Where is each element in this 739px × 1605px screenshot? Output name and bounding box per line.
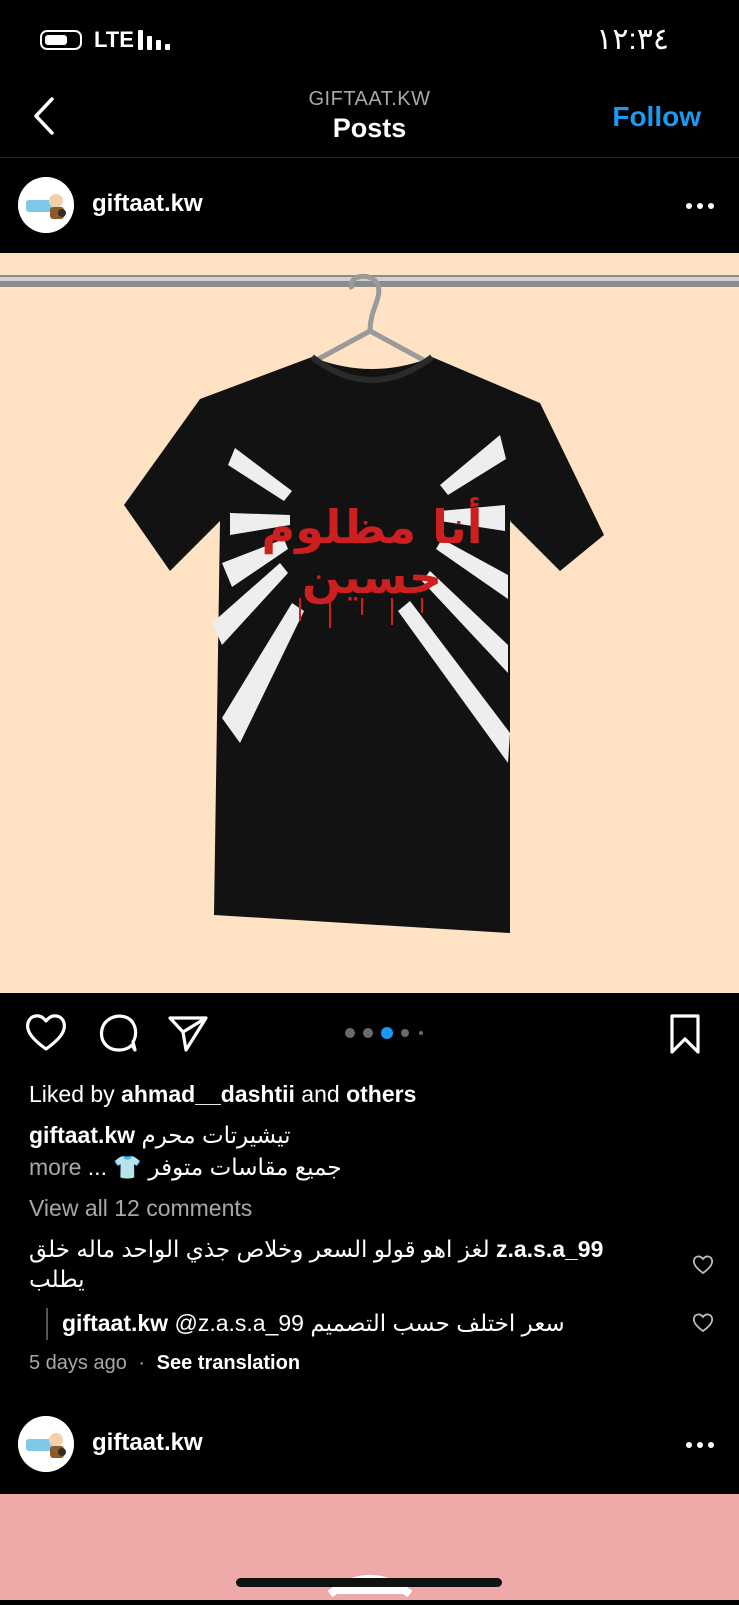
network-type: LTE — [94, 27, 134, 52]
likes-middle: and — [301, 1081, 340, 1107]
comment-2-mention[interactable]: @z.a.s.a_99 — [174, 1310, 303, 1336]
comment-1-username[interactable]: z.a.s.a_99 — [496, 1236, 603, 1262]
next-post-avatar[interactable] — [18, 1416, 74, 1472]
carousel-indicator — [345, 1027, 435, 1039]
clock: ١٢:٣٤ — [596, 23, 669, 56]
likes-others[interactable]: others — [346, 1081, 416, 1107]
likes-line: Liked by ahmad__dashtii and others — [29, 1079, 416, 1109]
giftaat-logo-icon — [18, 1416, 74, 1472]
comment-1-like-icon[interactable] — [692, 1255, 714, 1275]
see-translation-link[interactable]: See translation — [157, 1352, 300, 1374]
comment-2-like-icon[interactable] — [692, 1313, 714, 1333]
comment-2: giftaat.kw @z.a.s.a_99 سعر اختلف حسب الت… — [62, 1308, 565, 1338]
likes-prefix: Liked by — [29, 1081, 115, 1107]
more-options-icon[interactable] — [686, 201, 716, 211]
home-indicator[interactable] — [236, 1578, 502, 1587]
comment-2-username[interactable]: giftaat.kw — [62, 1310, 168, 1336]
tshirt-photo: أنا مظلوم حسين — [0, 273, 739, 933]
liked-by-user[interactable]: ahmad__dashtii — [121, 1081, 295, 1107]
share-icon[interactable] — [166, 1014, 210, 1054]
heart-icon[interactable] — [24, 1011, 68, 1053]
header-divider — [0, 157, 739, 158]
next-post-username[interactable]: giftaat.kw — [92, 1429, 203, 1457]
shirt-calligraphy-top: أنا مظلوم — [262, 497, 483, 554]
comment-2-text: سعر اختلف حسب التصميم — [310, 1310, 565, 1336]
comment-1: z.a.s.a_99 لغز اهو قولو السعر وخلاص جذي … — [29, 1234, 649, 1294]
comment-1-text: لغز اهو قولو السعر وخلاص جذي الواحد ماله… — [29, 1236, 490, 1292]
caption-text-1: تيشيرتات محرم — [141, 1122, 291, 1148]
post-image[interactable]: أنا مظلوم حسين — [0, 253, 739, 993]
giftaat-logo-icon — [18, 177, 74, 233]
caption-line-1: giftaat.kw تيشيرتات محرم — [29, 1120, 291, 1150]
caption-text-2: جميع مقاسات متوفر 👕 ... — [87, 1154, 342, 1180]
avatar[interactable] — [18, 177, 74, 233]
next-post-more-options-icon[interactable] — [686, 1440, 716, 1450]
post-meta-line: 5 days ago · See translation — [29, 1350, 300, 1376]
meta-separator: · — [138, 1352, 146, 1374]
bookmark-icon[interactable] — [668, 1012, 702, 1056]
comment-icon[interactable] — [96, 1012, 140, 1054]
post-username[interactable]: giftaat.kw — [92, 190, 203, 218]
signal-bars-icon — [138, 28, 174, 50]
follow-button[interactable]: Follow — [612, 101, 701, 133]
battery-icon — [40, 30, 82, 50]
status-bar: LTE ١٢:٣٤ — [0, 0, 739, 80]
caption-username[interactable]: giftaat.kw — [29, 1122, 135, 1148]
reply-thread-line — [46, 1308, 48, 1340]
caption-line-2: more جميع مقاسات متوفر 👕 ... — [29, 1152, 342, 1182]
view-all-comments-link[interactable]: View all 12 comments — [29, 1193, 252, 1223]
post-time-ago: 5 days ago — [29, 1352, 127, 1374]
caption-more-link[interactable]: more — [29, 1154, 81, 1180]
shirt-calligraphy-bottom: حسين — [302, 550, 442, 604]
